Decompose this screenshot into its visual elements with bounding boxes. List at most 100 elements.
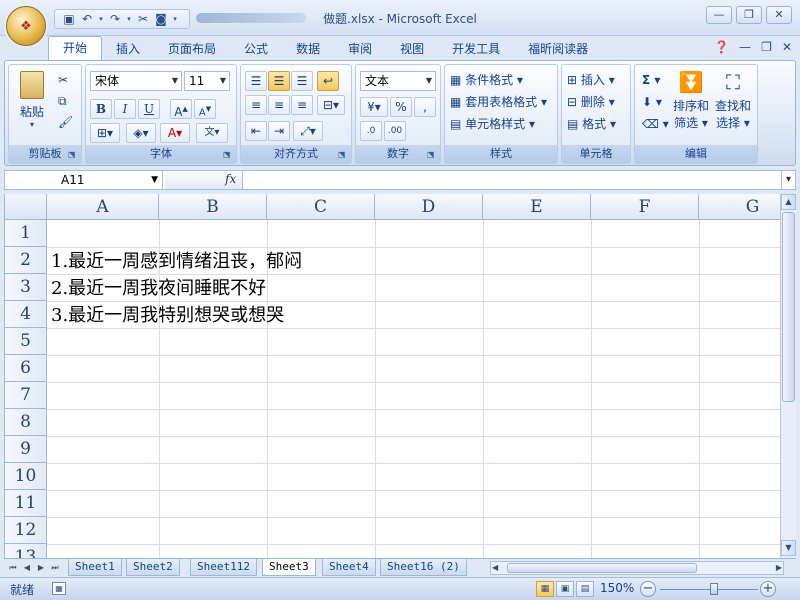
column-header-e[interactable]: E — [483, 194, 591, 220]
next-sheet-icon[interactable]: ▶ — [34, 560, 48, 575]
align-center-icon[interactable]: ≡ — [268, 95, 290, 115]
sheet-tab-sheet2[interactable]: Sheet2 — [126, 559, 180, 576]
comma-button[interactable]: , — [414, 97, 436, 117]
sort-filter-button[interactable]: ⏬ 排序和 筛选 ▾ — [673, 67, 709, 131]
normal-view-icon[interactable]: ▦ — [536, 581, 554, 597]
minimize-button[interactable]: — — [706, 6, 732, 24]
zoom-level[interactable]: 150% — [600, 581, 634, 595]
select-all-button[interactable] — [5, 194, 47, 220]
insert-function-button[interactable]: fx — [225, 172, 236, 186]
tab-page-layout[interactable]: 页面布局 — [154, 38, 230, 60]
decrease-decimal-icon[interactable]: .00 — [384, 121, 406, 141]
clear-icon[interactable]: ⌫ ▾ — [641, 113, 670, 133]
close-button[interactable]: ✕ — [766, 6, 792, 24]
first-sheet-icon[interactable]: ⏮ — [6, 560, 20, 575]
font-name-select[interactable]: 宋体 ▼ — [90, 71, 182, 91]
macro-record-icon[interactable]: ▦ — [52, 582, 66, 595]
sheet-tab-sheet1[interactable]: Sheet1 — [68, 559, 122, 576]
scroll-up-icon[interactable]: ▲ — [781, 194, 796, 210]
zoom-out-icon[interactable]: − — [640, 581, 656, 597]
paste-button[interactable]: 粘贴 ▾ — [15, 69, 49, 133]
formula-input[interactable] — [247, 171, 777, 189]
page-break-view-icon[interactable]: ▤ — [576, 581, 594, 597]
tab-developer[interactable]: 开发工具 — [438, 38, 514, 60]
italic-button[interactable]: I — [114, 99, 136, 119]
ribbon-restore-icon[interactable]: ❐ — [761, 40, 772, 54]
clipboard-launcher-icon[interactable]: ⬔ — [68, 150, 78, 160]
phonetic-icon[interactable]: 文▾ — [196, 123, 228, 143]
percent-button[interactable]: % — [390, 97, 412, 117]
align-middle-icon[interactable]: ☰ — [268, 71, 290, 91]
row-header-8[interactable]: 8 — [5, 409, 47, 436]
number-launcher-icon[interactable]: ⬔ — [427, 150, 437, 160]
last-sheet-icon[interactable]: ⏭ — [48, 560, 62, 575]
orientation-icon[interactable]: ⤢▾ — [293, 121, 323, 141]
tab-review[interactable]: 审阅 — [334, 38, 386, 60]
alignment-launcher-icon[interactable]: ⬔ — [338, 150, 348, 160]
row-header-9[interactable]: 9 — [5, 436, 47, 463]
sheet-tab-sheet3[interactable]: Sheet3 — [262, 559, 316, 576]
number-format-select[interactable]: 文本 ▼ — [360, 71, 436, 91]
format-painter-icon[interactable]: 🖌 — [57, 111, 74, 131]
scroll-down-icon[interactable]: ▼ — [781, 540, 796, 556]
column-header-g[interactable]: G — [699, 194, 780, 220]
decrease-indent-icon[interactable]: ⇤ — [245, 121, 267, 141]
font-size-select[interactable]: 11 ▼ — [184, 71, 230, 91]
column-header-a[interactable]: A — [47, 194, 159, 220]
ribbon-close-icon[interactable]: ✕ — [782, 40, 792, 54]
zoom-slider[interactable] — [660, 589, 758, 590]
format-as-table-button[interactable]: ▦ 套用表格格式 ▾ — [449, 91, 548, 111]
row-header-10[interactable]: 10 — [5, 463, 47, 490]
delete-cells-button[interactable]: ⊟ 删除 ▾ — [566, 91, 616, 111]
cell-a3[interactable]: 2.最近一周我夜间睡眠不好 — [51, 275, 266, 302]
row-header-6[interactable]: 6 — [5, 355, 47, 382]
grow-font-icon[interactable]: A▲ — [170, 99, 192, 119]
scroll-left-icon[interactable]: ◀ — [492, 562, 498, 574]
copy-icon[interactable]: ⧉ — [57, 90, 68, 110]
row-header-7[interactable]: 7 — [5, 382, 47, 409]
row-header-2[interactable]: 2 — [5, 247, 47, 274]
column-header-b[interactable]: B — [159, 194, 267, 220]
autosum-icon[interactable]: Σ ▾ — [641, 69, 661, 89]
tab-data[interactable]: 数据 — [282, 38, 334, 60]
cell-a2[interactable]: 1.最近一周感到情绪沮丧，郁闷 — [51, 248, 302, 275]
row-header-11[interactable]: 11 — [5, 490, 47, 517]
conditional-format-button[interactable]: ▦ 条件格式 ▾ — [449, 69, 524, 89]
currency-icon[interactable]: ¥▾ — [360, 97, 388, 117]
row-header-1[interactable]: 1 — [5, 220, 47, 247]
tab-insert[interactable]: 插入 — [102, 38, 154, 60]
borders-icon[interactable]: ⊞▾ — [90, 123, 120, 143]
sheet-tab-sheet16-2[interactable]: Sheet16 (2) — [380, 559, 467, 576]
row-header-12[interactable]: 12 — [5, 517, 47, 544]
office-button[interactable]: ❖ — [6, 6, 46, 46]
help-icon[interactable]: ❓ — [714, 40, 729, 54]
sheet-tab-sheet4[interactable]: Sheet4 — [322, 559, 376, 576]
insert-cells-button[interactable]: ⊞ 插入 ▾ — [566, 69, 616, 89]
row-header-4[interactable]: 4 — [5, 301, 47, 328]
wrap-text-icon[interactable]: ↩ — [317, 71, 339, 91]
row-header-3[interactable]: 3 — [5, 274, 47, 301]
horizontal-scroll-thumb[interactable] — [507, 563, 697, 573]
fill-color-icon[interactable]: ◈▾ — [126, 123, 156, 143]
align-left-icon[interactable]: ≡ — [245, 95, 267, 115]
increase-indent-icon[interactable]: ⇥ — [268, 121, 290, 141]
align-top-icon[interactable]: ☰ — [245, 71, 267, 91]
fill-icon[interactable]: ⬇ ▾ — [641, 91, 663, 111]
tab-formulas[interactable]: 公式 — [230, 38, 282, 60]
tab-foxit-reader[interactable]: 福昕阅读器 — [514, 38, 602, 60]
prev-sheet-icon[interactable]: ◀ — [20, 560, 34, 575]
column-header-f[interactable]: F — [591, 194, 699, 220]
zoom-in-icon[interactable]: + — [760, 581, 776, 597]
cut-icon[interactable]: ✂ — [57, 69, 69, 89]
page-layout-view-icon[interactable]: ▣ — [556, 581, 574, 597]
column-header-c[interactable]: C — [267, 194, 375, 220]
font-launcher-icon[interactable]: ⬔ — [223, 150, 233, 160]
worksheet-grid[interactable]: A B C D E F G 1 2 3 4 5 6 7 8 9 10 11 12… — [4, 194, 780, 558]
find-select-button[interactable]: ⛶ 查找和 选择 ▾ — [713, 67, 753, 131]
tab-home[interactable]: 开始 — [48, 36, 103, 60]
scroll-right-icon[interactable]: ▶ — [776, 562, 782, 574]
restore-button[interactable]: ❐ — [736, 6, 762, 24]
ribbon-minimize-icon[interactable]: — — [739, 40, 751, 54]
increase-decimal-icon[interactable]: .0 — [360, 121, 382, 141]
font-color-icon[interactable]: A▾ — [160, 123, 190, 143]
